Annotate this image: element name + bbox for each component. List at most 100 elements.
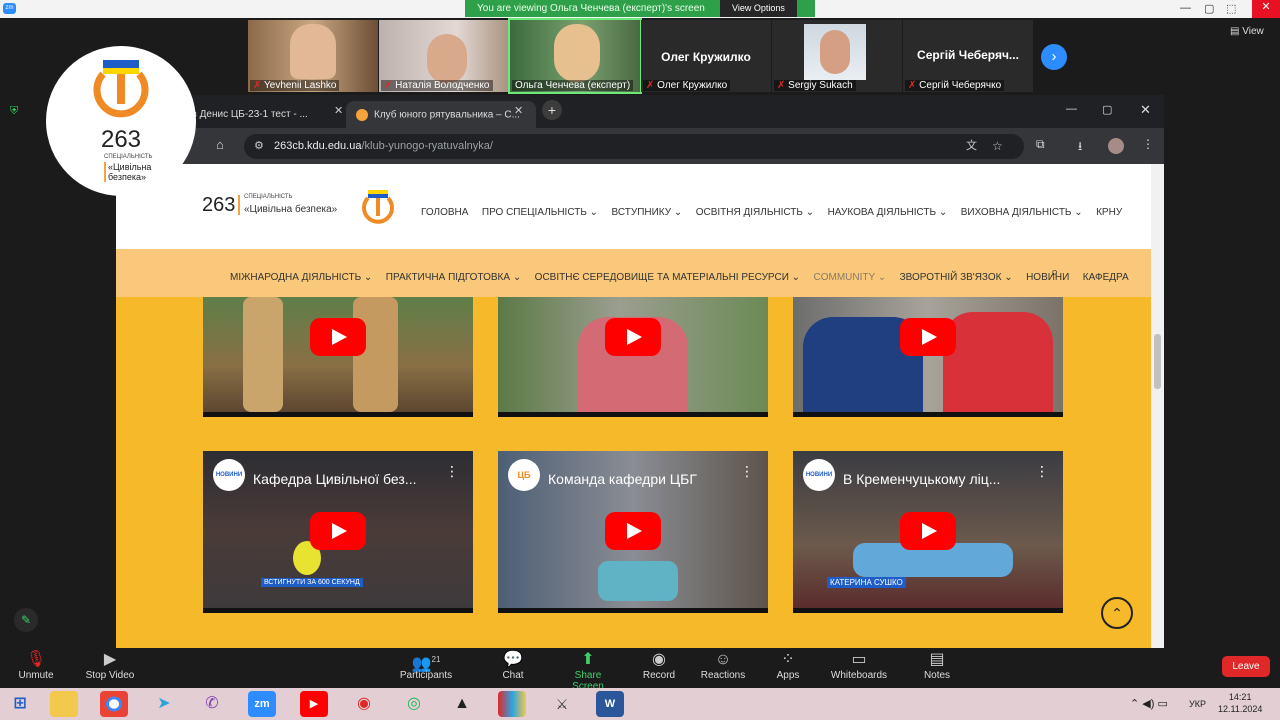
share-screen-button[interactable]: ⬆ Share Screen — [558, 648, 618, 692]
window-minimize-icon[interactable]: — — [1066, 103, 1077, 115]
video-thumbnail[interactable]: НОВИНИ Кафедра Цивільної без... ⋮ ВСТИГН… — [203, 451, 473, 613]
word-icon[interactable]: W — [596, 691, 624, 717]
annotate-pencil-icon[interactable]: ✎ — [14, 608, 38, 632]
zoom-app-icon[interactable]: zm — [248, 691, 276, 717]
nav-department[interactable]: КАФЕДРА — [1083, 272, 1129, 283]
youtube-play-icon[interactable] — [900, 318, 956, 356]
file-explorer-icon[interactable] — [50, 691, 78, 717]
notes-button[interactable]: ▤ Notes — [907, 648, 967, 681]
more-options-icon[interactable]: ⋮ — [740, 463, 754, 480]
unmute-button[interactable]: 🎙 Unmute — [6, 648, 66, 681]
chat-button[interactable]: 💬 Chat — [483, 648, 543, 681]
tab-close-icon[interactable]: ✕ — [334, 104, 343, 117]
channel-avatar[interactable]: НОВИНИ — [803, 459, 835, 491]
video-thumbnail[interactable] — [793, 297, 1063, 417]
media-player-icon[interactable]: ◉ — [350, 691, 378, 717]
youtube-play-icon[interactable] — [900, 512, 956, 550]
nav-environment[interactable]: ОСВІТНЄ СЕРЕДОВИЩЕ ТА МАТЕРІАЛЬНІ РЕСУРС… — [535, 272, 800, 283]
system-tray-icons[interactable]: ⌃ ◀) ▭ — [1130, 697, 1168, 710]
record-button[interactable]: ◉ Record — [629, 648, 689, 681]
nav-practice[interactable]: ПРАКТИЧНА ПІДГОТОВКА ⌄ — [386, 272, 521, 283]
youtube-play-icon[interactable] — [605, 512, 661, 550]
participant-name: ✗ Наталія Володченко — [381, 80, 493, 91]
more-options-icon[interactable]: ⋮ — [1035, 463, 1049, 480]
channel-avatar[interactable]: ЦБ — [508, 459, 540, 491]
language-indicator[interactable]: УКР — [1189, 699, 1206, 709]
extensions-icon[interactable]: ⧉ — [1036, 137, 1045, 152]
nav-upbringing[interactable]: ВИХОВНА ДІЯЛЬНІСТЬ ⌄ — [961, 207, 1083, 218]
video-title[interactable]: В Кременчуцькому ліц... — [843, 471, 1000, 487]
video-title[interactable]: Кафедра Цивільної без... — [253, 471, 416, 487]
youtube-play-icon[interactable] — [310, 512, 366, 550]
nav-international[interactable]: МІЖНАРОДНА ДІЯЛЬНІСТЬ ⌄ — [230, 272, 372, 283]
whiteboards-button[interactable]: ▭ Whiteboards — [829, 648, 889, 681]
view-button[interactable]: ▤ View — [1230, 26, 1264, 37]
browser-menu-icon[interactable]: ⋮ — [1142, 137, 1154, 151]
chrome-icon[interactable] — [100, 691, 128, 717]
security-shield-icon[interactable]: ⛨ — [10, 105, 18, 118]
leave-button[interactable]: Leave — [1222, 656, 1270, 677]
browser-tab[interactable]: ов Денис ЦБ-23-1 тест - ... — [176, 101, 346, 128]
download-icon[interactable]: ⭳ — [1078, 137, 1082, 158]
participant-tile[interactable]: ✗ Yevhenii Lashko — [248, 20, 378, 92]
home-icon[interactable]: ⌂ — [216, 137, 224, 152]
video-title[interactable]: Команда кафедри ЦБГ — [548, 471, 697, 487]
stop-video-button[interactable]: ▶ Stop Video — [80, 648, 140, 681]
participants-button[interactable]: 👥21 Participants — [396, 648, 456, 681]
youtube-app-icon[interactable]: ▶ — [300, 691, 328, 717]
profile-avatar[interactable] — [1108, 138, 1124, 154]
youtube-play-icon[interactable] — [310, 318, 366, 356]
participant-tile-active[interactable]: Ольга Ченчева (експерт) — [508, 18, 642, 94]
apps-button[interactable]: ⁘ Apps — [758, 648, 818, 681]
nav-about[interactable]: ПРО СПЕЦІАЛЬНІСТЬ ⌄ — [482, 207, 598, 218]
nav-science[interactable]: НАУКОВА ДІЯЛЬНІСТЬ ⌄ — [828, 207, 948, 218]
windows-start-icon[interactable]: ⊞ — [6, 691, 34, 717]
page-scrollbar[interactable] — [1151, 164, 1164, 651]
browser-tab-active[interactable]: Клуб юного рятувальника – С... — [346, 101, 536, 128]
viber-icon[interactable]: ✆ — [198, 691, 226, 717]
participant-tile[interactable]: ✗ Наталія Володченко — [379, 20, 509, 92]
nav-feedback[interactable]: ЗВОРОТНІЙ ЗВ'ЯЗОК ⌄ — [900, 272, 1013, 283]
youtube-play-icon[interactable] — [605, 318, 661, 356]
tab-close-icon[interactable]: ✕ — [514, 104, 523, 117]
taskbar-clock[interactable]: 14:21 12.11.2024 — [1218, 691, 1262, 715]
window-restore-icon[interactable]: ▢ — [1102, 103, 1112, 116]
url-input[interactable]: ⚙ 263cb.kdu.edu.ua/klub-yunogo-ryatuvaln… — [244, 134, 1024, 159]
books-app-icon[interactable] — [498, 691, 526, 717]
close-icon[interactable]: ✕ — [1252, 0, 1280, 18]
nav-admission[interactable]: ВСТУПНИКУ ⌄ — [612, 207, 683, 218]
search-icon[interactable]: ⌕ — [1051, 264, 1058, 280]
reactions-button[interactable]: ☺ Reactions — [693, 648, 753, 681]
channel-avatar[interactable]: НОВИНИ — [213, 459, 245, 491]
video-thumbnail[interactable]: НОВИНИ В Кременчуцькому ліц... ⋮ КАТЕРИН… — [793, 451, 1063, 613]
nav-community[interactable]: COMMUNITY ⌄ — [814, 272, 887, 283]
participant-tile[interactable]: Олег Кружилко ✗ Олег Кружилко — [641, 20, 771, 92]
video-thumbnail[interactable]: ЦБ Команда кафедри ЦБГ ⋮ — [498, 451, 768, 613]
spotify-icon[interactable]: ◎ — [400, 691, 428, 717]
more-options-icon[interactable]: ⋮ — [445, 463, 459, 480]
video-thumbnail[interactable] — [498, 297, 768, 417]
participant-tile[interactable]: ✗ Sergiy Sukach — [772, 20, 902, 92]
view-options-button[interactable]: View Options — [720, 0, 797, 17]
site-settings-icon[interactable]: ⚙ — [254, 134, 264, 159]
video-thumbnail[interactable] — [203, 297, 473, 417]
telegram-icon[interactable]: ➤ — [150, 691, 178, 717]
new-tab-icon[interactable]: + — [542, 100, 562, 120]
scroll-to-top-icon[interactable]: ⌃ — [1101, 597, 1133, 629]
minimize-icon[interactable]: — — [1180, 2, 1191, 14]
translate-icon[interactable]: 文 — [966, 134, 977, 159]
nav-education[interactable]: ОСВІТНЯ ДІЯЛЬНІСТЬ ⌄ — [696, 207, 814, 218]
bookmark-star-icon[interactable]: ☆ — [992, 134, 1003, 159]
app-triangle-icon[interactable]: ▲ — [448, 691, 476, 717]
site-logo-icon[interactable] — [360, 190, 396, 226]
nav-krnu[interactable]: КРНУ — [1096, 207, 1122, 218]
scrollbar-thumb[interactable] — [1154, 334, 1161, 389]
maximize-icon[interactable]: ⬚ — [1226, 2, 1236, 15]
nav-home[interactable]: ГОЛОВНА — [421, 207, 468, 218]
participant-tile[interactable]: Сергій Чеберяч... ✗ Сергій Чеберячко — [903, 20, 1033, 92]
restore-icon[interactable]: ▢ — [1204, 2, 1214, 15]
window-close-icon[interactable]: ✕ — [1140, 102, 1151, 118]
nav-news[interactable]: НОВИНИ — [1026, 272, 1069, 283]
gallery-next-icon[interactable]: › — [1041, 44, 1067, 70]
game-app-icon[interactable]: ⚔ — [548, 691, 576, 717]
